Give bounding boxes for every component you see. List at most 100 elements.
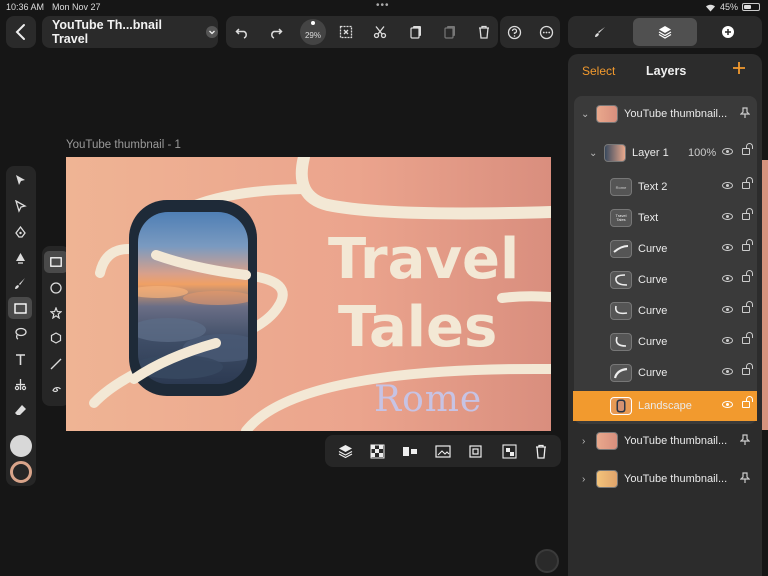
layer-row-artboard-1[interactable]: ⌄ YouTube thumbnail... — [576, 99, 756, 129]
shape-tool-icon[interactable] — [8, 297, 32, 319]
brush-icon[interactable] — [590, 22, 610, 42]
zoom-indicator[interactable]: 29% — [300, 19, 326, 45]
layer-row-curve[interactable]: Curve — [576, 327, 756, 357]
rectangle-shape-icon[interactable] — [44, 251, 68, 273]
chevron-right-icon[interactable]: › — [582, 436, 585, 447]
layer-row-curve[interactable]: Curve — [576, 234, 756, 264]
ellipse-shape-icon[interactable] — [44, 277, 68, 299]
pencil-tool-icon[interactable] — [8, 247, 32, 269]
eraser-tool-icon[interactable] — [8, 399, 32, 421]
trash-icon[interactable] — [474, 22, 494, 42]
select-button[interactable]: Select — [582, 64, 615, 78]
curve-thumbnail — [610, 302, 632, 320]
knife-tool-icon[interactable] — [8, 373, 32, 395]
mask-icon[interactable] — [499, 441, 519, 461]
paste-icon[interactable] — [440, 22, 460, 42]
text-tool-icon[interactable] — [8, 348, 32, 370]
delete-layer-icon[interactable] — [531, 441, 551, 461]
eye-icon[interactable] — [722, 182, 733, 189]
status-right: 45% — [705, 2, 760, 12]
lasso-tool-icon[interactable] — [8, 322, 32, 344]
back-button[interactable] — [6, 16, 36, 48]
artboard-canvas[interactable]: Travel Tales Rome — [66, 157, 551, 431]
subtitle-text[interactable]: Rome — [374, 379, 482, 420]
layer-name: Landscape — [638, 400, 692, 412]
layer-row-landscape[interactable]: Landscape — [573, 391, 757, 421]
lock-icon[interactable] — [742, 143, 753, 155]
pin-icon[interactable] — [740, 472, 750, 484]
node-tool-icon[interactable] — [8, 195, 32, 217]
add-layer-button[interactable] — [732, 59, 746, 79]
stroke-color-swatch[interactable] — [10, 461, 32, 483]
eye-icon[interactable] — [722, 306, 733, 313]
help-icon[interactable] — [504, 22, 524, 42]
polygon-shape-icon[interactable] — [44, 327, 68, 349]
layer-thumbnail — [604, 144, 626, 162]
title-line-1[interactable]: Travel — [328, 227, 519, 292]
chevron-down-icon[interactable]: ⌄ — [581, 109, 589, 120]
document-title-button[interactable]: YouTube Th...bnail Travel — [42, 16, 218, 48]
pen-tool-icon[interactable] — [8, 221, 32, 243]
chevron-down-icon — [206, 26, 218, 38]
multitask-dots[interactable]: ••• — [376, 0, 390, 11]
lock-icon[interactable] — [742, 208, 753, 220]
wifi-icon — [705, 4, 715, 11]
layer-opacity: 100% — [688, 147, 717, 159]
title-line-2[interactable]: Tales — [338, 295, 497, 360]
lock-icon[interactable] — [742, 396, 753, 408]
move-tool-icon[interactable] — [8, 169, 32, 191]
image-placement-icon[interactable] — [433, 441, 453, 461]
lock-icon[interactable] — [742, 332, 753, 344]
add-circle-icon[interactable] — [718, 22, 738, 42]
layer-row-artboard-3[interactable]: › YouTube thumbnail... — [576, 464, 756, 494]
redo-icon[interactable] — [266, 22, 286, 42]
text-thumbnail: Travel Tales — [610, 209, 632, 227]
pin-icon[interactable] — [740, 434, 750, 446]
eye-icon[interactable] — [722, 148, 733, 155]
eye-icon[interactable] — [722, 368, 733, 375]
layer-row-curve[interactable]: Curve — [576, 265, 756, 295]
line-shape-icon[interactable] — [44, 353, 68, 375]
arrange-layers-icon[interactable] — [335, 441, 355, 461]
chevron-left-icon — [15, 24, 25, 40]
eye-icon[interactable] — [722, 244, 733, 251]
battery-icon — [742, 3, 760, 11]
fill-color-swatch[interactable] — [10, 435, 32, 457]
lock-icon[interactable] — [742, 363, 753, 375]
layer-row-curve[interactable]: Curve — [576, 358, 756, 388]
crop-icon[interactable] — [465, 441, 485, 461]
eye-icon[interactable] — [722, 337, 733, 344]
lock-icon[interactable] — [742, 239, 753, 251]
layer-row-curve[interactable]: Curve — [576, 296, 756, 326]
layers-icon[interactable] — [655, 22, 675, 42]
layer-row-artboard-2[interactable]: › YouTube thumbnail... — [576, 426, 756, 456]
eye-icon[interactable] — [722, 213, 733, 220]
align-icon[interactable] — [400, 441, 420, 461]
select-box-icon[interactable] — [336, 22, 356, 42]
transparency-icon[interactable] — [367, 441, 387, 461]
brush-tool-icon[interactable] — [8, 272, 32, 294]
chevron-right-icon[interactable]: › — [582, 474, 585, 485]
pin-icon[interactable] — [740, 107, 750, 119]
layer-row-layer-1[interactable]: ⌄ Layer 1 100% — [576, 138, 756, 168]
more-icon[interactable] — [536, 22, 556, 42]
chevron-down-icon[interactable]: ⌄ — [589, 148, 597, 159]
curve-thumbnail — [610, 240, 632, 258]
eye-icon[interactable] — [722, 275, 733, 282]
copy-icon[interactable] — [406, 22, 426, 42]
assistive-touch-button[interactable] — [535, 549, 559, 573]
lock-icon[interactable] — [742, 301, 753, 313]
artboard-thumbnail — [596, 432, 618, 450]
spiral-shape-icon[interactable] — [44, 378, 68, 400]
layer-row-text-2[interactable]: Rome Text 2 — [576, 172, 756, 202]
star-shape-icon[interactable] — [44, 302, 68, 324]
undo-icon[interactable] — [232, 22, 252, 42]
status-time: 10:36 AM — [6, 2, 45, 12]
layer-name: YouTube thumbnail... — [624, 473, 728, 485]
lock-icon[interactable] — [742, 177, 753, 189]
next-artboard-peek — [762, 160, 768, 430]
eye-icon[interactable] — [722, 401, 733, 408]
scissors-icon[interactable] — [370, 22, 390, 42]
layer-row-text[interactable]: Travel Tales Text — [576, 203, 756, 233]
lock-icon[interactable] — [742, 270, 753, 282]
